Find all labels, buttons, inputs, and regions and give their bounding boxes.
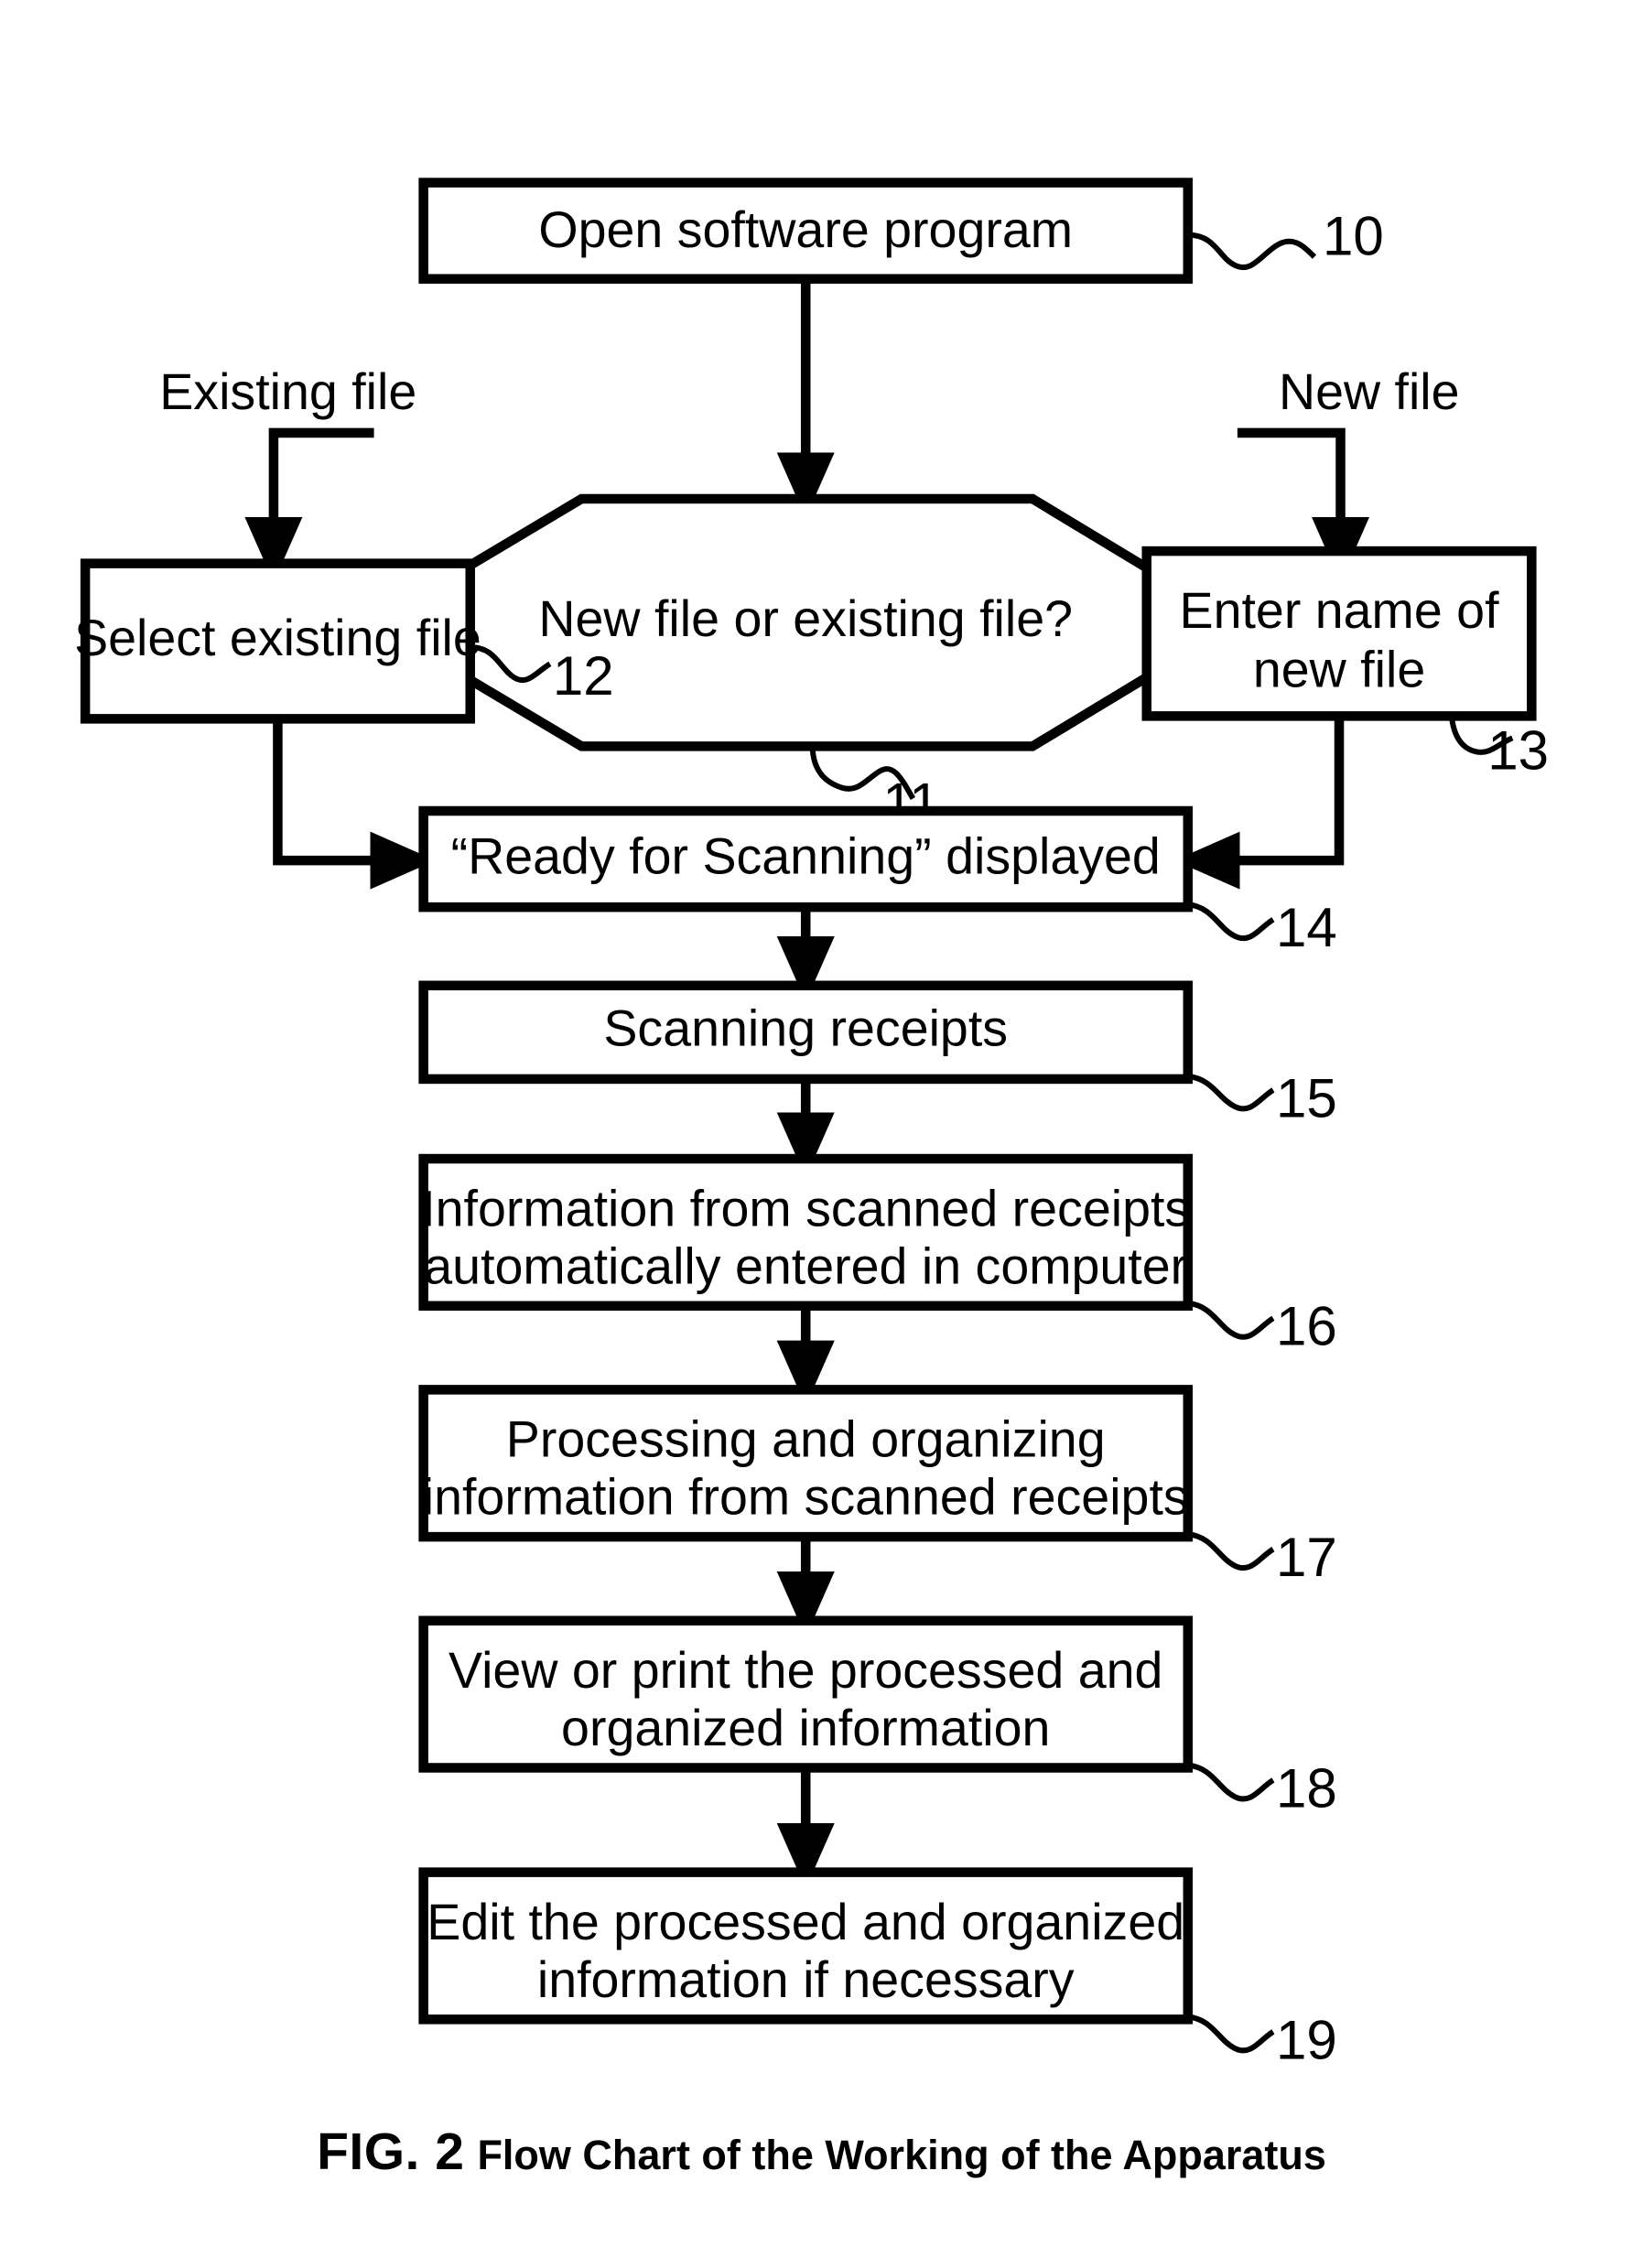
node-label-18-line2: organized information	[561, 1700, 1050, 1756]
edge-label-existing-file: Existing file	[159, 363, 416, 420]
ref-leader-14: 14	[1187, 897, 1337, 958]
ref-number-13: 13	[1487, 719, 1549, 781]
node-label-17-line1: Processing and organizing	[506, 1411, 1106, 1468]
node-label-10: Open software program	[538, 201, 1073, 258]
ref-number-18: 18	[1276, 1757, 1337, 1819]
ref-number-19: 19	[1276, 2009, 1337, 2070]
flowchart-canvas: Open software program 10 New file or exi…	[74, 178, 1549, 2070]
edge-label-new-file: New file	[1279, 363, 1460, 420]
ref-number-12: 12	[553, 645, 614, 707]
connector-12-to-14	[273, 718, 436, 890]
ref-number-14: 14	[1276, 897, 1337, 958]
node-label-16-line1: Information from scanned receipts	[421, 1180, 1190, 1237]
node-select-existing-file: Select existing file	[74, 558, 481, 724]
figure-caption: FIG. 2 Flow Chart of the Working of the A…	[0, 2122, 1643, 2182]
ref-leader-15: 15	[1187, 1067, 1337, 1129]
node-processing-and-organizing: Processing and organizing information fr…	[418, 1385, 1194, 1542]
node-scanning-receipts: Scanning receipts	[418, 980, 1194, 1085]
ref-leader-19: 19	[1187, 2009, 1337, 2070]
node-ready-for-scanning-displayed: “Ready for Scanning” displayed	[418, 805, 1194, 913]
node-edit-information: Edit the processed and organized informa…	[418, 1867, 1194, 2025]
ref-number-16: 16	[1276, 1296, 1337, 1357]
node-label-19-line2: information if necessary	[537, 1951, 1075, 2008]
ref-leader-16: 16	[1187, 1296, 1337, 1357]
ref-number-10: 10	[1323, 206, 1384, 267]
node-label-14: “Ready for Scanning” displayed	[451, 828, 1161, 885]
node-new-or-existing-file-decision: New file or existing file?	[364, 493, 1248, 751]
connector-13-to-14	[1174, 718, 1345, 890]
ref-leader-10: 10	[1187, 206, 1384, 270]
figure-title: Flow Chart of the Working of the Apparat…	[477, 2132, 1326, 2178]
ref-leader-17: 17	[1187, 1527, 1337, 1588]
node-label-17-line2: information from scanned receipts	[423, 1469, 1189, 1526]
node-enter-name-of-new-file: Enter name of new file	[1141, 545, 1537, 721]
node-open-software-program: Open software program	[418, 178, 1194, 284]
node-label-19-line1: Edit the processed and organized	[427, 1894, 1184, 1950]
ref-number-17: 17	[1276, 1527, 1337, 1588]
patent-figure-sheet: Open software program 10 New file or exi…	[0, 0, 1643, 2268]
node-view-or-print: View or print the processed and organize…	[418, 1615, 1194, 1773]
node-label-13-line2: new file	[1253, 641, 1425, 697]
node-label-13-line1: Enter name of	[1180, 582, 1500, 639]
connector-11-to-12	[244, 427, 374, 583]
node-information-entered-in-computer: Information from scanned receipts automa…	[418, 1153, 1194, 1312]
node-label-15: Scanning receipts	[603, 1000, 1008, 1057]
ref-leader-18: 18	[1187, 1757, 1337, 1819]
figure-number: FIG. 2	[317, 2122, 465, 2181]
node-label-18-line1: View or print the processed and	[449, 1642, 1162, 1699]
node-label-12: Select existing file	[74, 610, 481, 666]
ref-number-15: 15	[1276, 1067, 1337, 1129]
node-label-11: New file or existing file?	[538, 590, 1073, 647]
connector-11-to-13	[1237, 427, 1370, 583]
ref-leader-13: 13	[1449, 718, 1549, 781]
node-label-16-line2: automatically entered in computer	[424, 1237, 1187, 1294]
